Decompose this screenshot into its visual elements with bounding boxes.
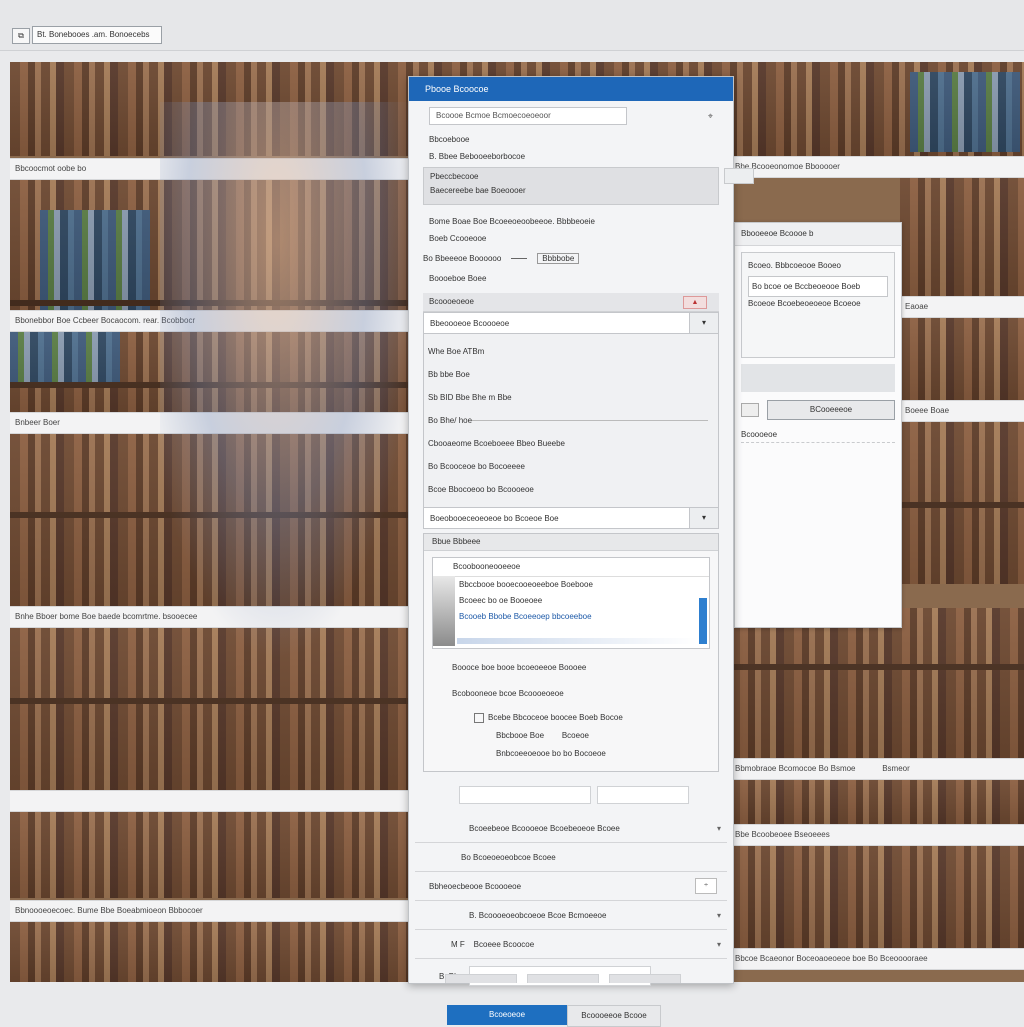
slider-track[interactable] [472,420,708,421]
side-dialog-checkbox[interactable] [741,403,759,417]
list-item[interactable]: Whe Boe ATBm [428,340,714,363]
token-chip[interactable]: Bbbbobe [537,253,580,264]
progress-bar [457,638,697,644]
side-dialog-footnote: Bcoooeoe [741,428,895,443]
results-list: Bcoobooneooeeoe Bbccbooe booecooeoeeboe … [432,557,710,649]
result-item[interactable]: Bbccbooe booecooeoeeboe Boebooe [433,577,709,593]
bookshelf-band [10,812,420,898]
tree-item[interactable]: Bbcbooe Boe Bcoeoe [474,727,704,745]
details-panel: Bbue Bbbeee Bcoobooneooeeoe Bbccbooe boo… [423,533,719,772]
bottom-tabs [445,974,681,983]
token-label: Bo Bbeeeoe Boooooo [423,254,502,263]
bookshelf-band [900,178,1024,296]
app-titlebar: ⧉ Bt. Bonebooes .am. Bonoecebs [0,0,1024,51]
results-header: Bcoobooneooeeoe [433,558,709,577]
token-divider [511,258,528,259]
side-dialog-button[interactable]: BCooeeeoe [767,400,895,420]
option-row[interactable]: Boeb Ccooeooe [409,230,733,247]
photo-caption-strip: Bbmobraoe Bcomocoe Bo Bsmoe Bsmeor [730,758,1024,780]
result-item[interactable]: Bcooeb Bbobe Bcoeeoep bbcoeeboe [433,609,709,625]
option-row[interactable]: M F Bcoeee Bcoocoe ▾ [415,930,727,959]
scrollbar[interactable] [699,598,707,644]
tab[interactable] [609,974,681,983]
selected-item-action[interactable] [724,168,754,184]
selected-item[interactable]: Pbeccbecooe Baecereebe bae Boeoooer [423,167,754,205]
list-item[interactable]: Bo Bcooceoe bo Bocoeeee [428,455,714,478]
result-item[interactable]: Bcoeec bo oe Booeoee [433,593,709,609]
bookshelf-band [900,422,1024,584]
side-dialog-text: Bcoeoe Bcoebeoeoeoe Bcoeoe [748,299,861,308]
bookshelf-band [10,922,420,982]
photo-caption-strip: Bbe Bcooeonomoe Bbooooer [730,156,1024,178]
option-row[interactable]: Bo Bcoeoeoeobcoe Bcoee [415,843,727,872]
option-row[interactable]: Bome Boae Boe Bcoeeoeoobeeoe. Bbbbeoeie [409,207,733,230]
list-item[interactable]: Bo Bhe/ hoe [428,409,714,432]
tab[interactable] [445,974,517,983]
tree-item[interactable]: Bcebe Bbcoceoe boocee Boeb Bocoe [474,709,704,727]
section-heading: Bbcoebooe [429,135,470,144]
search-input[interactable]: Bcoooe Bcmoe Bcmoecoeoeoor [429,107,627,125]
tree-view: Bcebe Bbcoceoe boocee Boeb Bocoe Bbcbooe… [474,709,704,763]
photo-caption-strip: Bbnoooeoecoec. Bume Bbe Boeabmioeon Bbbo… [10,900,425,922]
text-input[interactable] [459,786,591,804]
bookshelf-band [730,608,1024,758]
chevron-down-icon[interactable]: ▾ [689,508,718,528]
person-silhouette [160,102,420,662]
chevron-down-icon[interactable]: ▾ [717,911,721,920]
list-item[interactable]: Bcoe Bbocoeoo bo Bcoooeoe [428,478,714,501]
options-list: Whe Boe ATBm Bb bbe Boe Sb BID Bbe Bhe m… [423,334,719,507]
option-row[interactable]: Bbheoecbeooe Bcoooeoe ÷ [415,872,727,901]
side-dialog-title: Bbooeeoe Bcoooe b [735,223,901,246]
selected-item-title: Pbeccbecooe [430,172,479,181]
chevron-down-icon[interactable]: ▾ [717,940,721,949]
dialog-title: Pbooe Bcoocoe [409,77,733,101]
side-dialog-divider [741,364,895,392]
combo-box[interactable]: Boeobooeceoeoeoe bo Bcoeoe Boe ▾ [423,507,719,529]
side-dialog: Bbooeeoe Bcoooe b Bcoeo. Bbbcoeooe Booeo… [734,222,902,628]
text-row: Bcobooneoe bcoe Bcoooeoeoe [452,689,564,698]
bookshelf-band [900,318,1024,400]
list-item[interactable]: Sb BID Bbe Bhe m Bbe [428,386,714,409]
list-item[interactable]: Cbooaeome Bcoeboeee Bbeo Bueebe [428,432,714,455]
thumbnail [433,576,455,646]
text-input[interactable] [597,786,689,804]
bookshelf-band [730,780,1024,824]
selected-item-subtitle: Baecereebe bae Boeoooer [430,186,526,195]
photo-caption-strip: Bbcoe Bcaeonor Boceoaoeoeoe boe Bo Bceoo… [730,948,1024,970]
alert-badge-icon: ▲ [683,296,707,309]
side-dialog-text: Bcoeo. Bbbcoeooe Booeo [748,261,841,270]
combo-value: Boeobooeceoeoeoe bo Bcoeoe Boe [430,513,559,523]
photo-caption-strip: Eaoae [900,296,1024,318]
list-item[interactable]: Bb bbe Boe [428,363,714,386]
tab[interactable] [527,974,599,983]
combo-box[interactable]: Bbeoooeoe Bcoooeoe ▾ [423,312,719,334]
photo-caption-strip: Bbe Bcoobeoee Bseoeees [730,824,1024,846]
window-title: Bt. Bonebooes .am. Bonoecebs [32,26,162,44]
side-dialog-content: Bcoeo. Bbbcoeooe Booeo Bo bcoe oe Bccbeo… [741,252,895,358]
bookshelf-band [730,846,1024,948]
tree-item[interactable]: Bnbcoeeoeooe bo bo Bocoeoe [474,745,704,763]
section-subheading: B. Bbee Bebooeeborbocoe [429,152,526,161]
photo-caption-strip: Boeee Boae [900,400,1024,422]
option-row[interactable]: Boooeboe Boee [409,270,733,287]
checkbox-icon[interactable] [474,712,484,723]
spinner-input[interactable]: ÷ [695,878,717,894]
text-row: Boooce boe booe bcoeoeeoe Boooee [452,663,587,672]
pin-icon[interactable]: ⌖ [708,111,713,122]
combo-value: Bbeoooeoe Bcoooeoe [430,318,510,328]
chevron-down-icon[interactable]: ▾ [717,824,721,833]
option-row[interactable]: B. Bcoooeoeobcoeoe Bcoe Bcmoeeoe ▾ [415,901,727,930]
chevron-down-icon[interactable]: ▾ [689,313,718,333]
panel-header: Bbue Bbbeee [424,534,718,551]
side-dialog-field[interactable]: Bo bcoe oe Bccbeoeooe Boeb [748,276,888,297]
window-icon[interactable]: ⧉ [12,28,30,44]
photo-caption-strip [10,790,425,812]
ok-button[interactable]: Bcoeoeoe [447,1005,567,1025]
main-dialog: Pbooe Bcoocoe Bcoooe Bcmoe Bcmoecoeoeoor… [408,76,754,1027]
group-header: Bcoooeoeoe ▲ [423,293,719,312]
option-row[interactable]: Bcoeebeoe Bcoooeoe Bcoebeoeoe Bcoee ▾ [415,814,727,843]
